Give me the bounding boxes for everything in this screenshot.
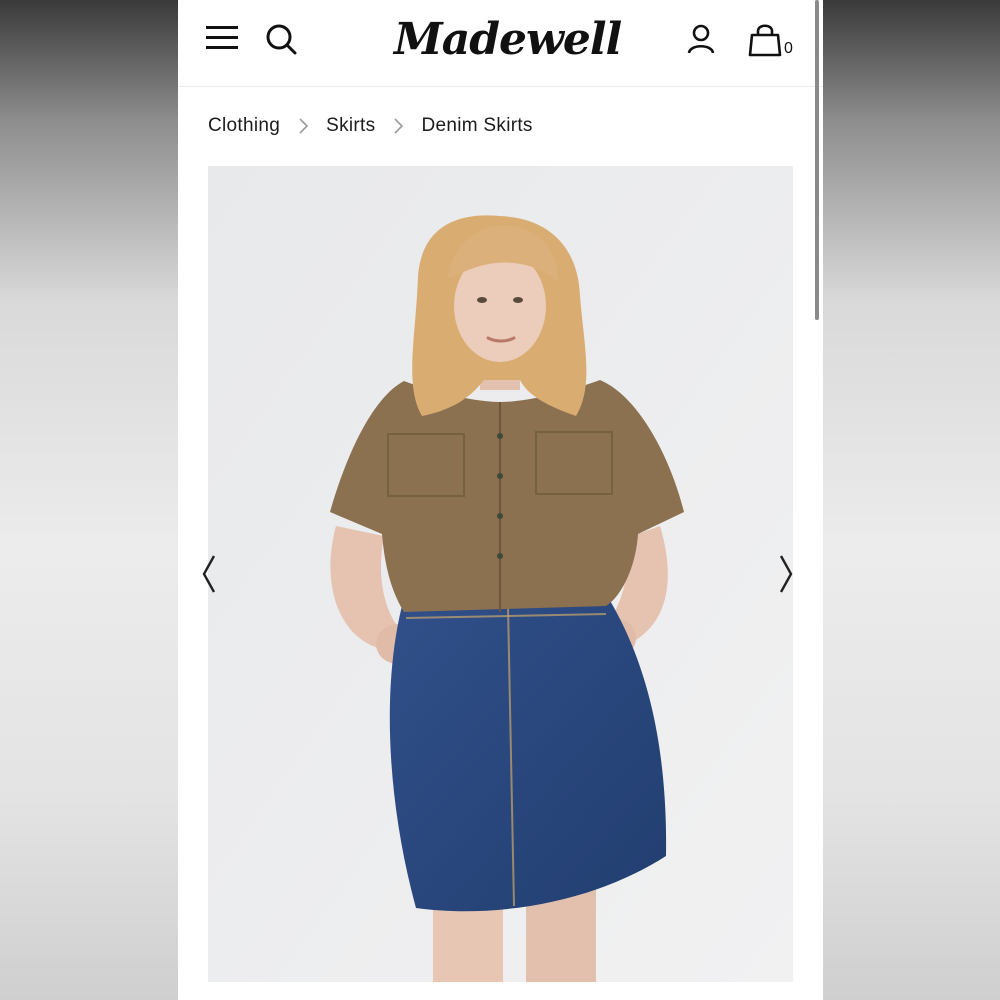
mobile-page: Madewell 0 Clothing Skirts Denim Skirts	[178, 0, 823, 1000]
account-icon[interactable]	[684, 22, 718, 56]
breadcrumb-item-denim-skirts[interactable]: Denim Skirts	[421, 115, 532, 137]
chevron-right-icon[interactable]	[773, 552, 795, 596]
menu-icon[interactable]	[206, 24, 240, 52]
shopping-bag-icon[interactable]	[748, 22, 782, 58]
page-scrollbar[interactable]	[815, 0, 819, 320]
breadcrumb-item-clothing[interactable]: Clothing	[208, 115, 280, 137]
search-icon[interactable]	[264, 22, 298, 56]
bag-count: 0	[784, 40, 793, 57]
product-image[interactable]	[208, 166, 793, 982]
brand-logo[interactable]: Madewell	[394, 8, 622, 72]
breadcrumb-item-skirts[interactable]: Skirts	[326, 115, 375, 137]
breadcrumb: Clothing Skirts Denim Skirts	[208, 112, 533, 140]
chevron-left-icon[interactable]	[200, 552, 222, 596]
chevron-right-icon	[394, 118, 404, 134]
model-photo	[208, 166, 793, 982]
site-header: Madewell 0	[178, 0, 823, 87]
chevron-right-icon	[299, 118, 309, 134]
